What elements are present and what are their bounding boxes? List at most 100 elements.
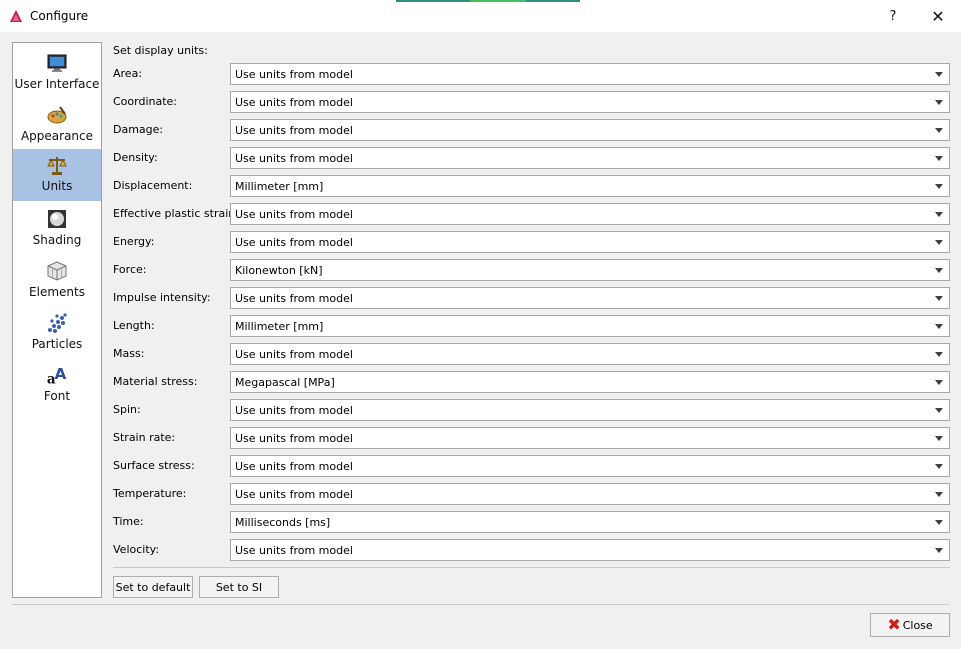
palette-icon: [46, 104, 68, 126]
unit-label: Material stress:: [113, 375, 198, 388]
chevron-down-icon: [935, 408, 943, 413]
unit-select-value: Use units from model: [235, 544, 353, 557]
unit-row: Length: Millimeter [mm]: [113, 315, 950, 337]
chevron-down-icon: [935, 184, 943, 189]
scales-icon: [46, 154, 68, 176]
unit-row: Temperature: Use units from model: [113, 483, 950, 505]
title-bar: Configure ? ✕: [0, 0, 961, 32]
unit-row: Density: Use units from model: [113, 147, 950, 169]
chevron-down-icon: [935, 548, 943, 553]
unit-select-value: Use units from model: [235, 236, 353, 249]
unit-select[interactable]: Use units from model: [230, 399, 950, 421]
unit-select[interactable]: Milliseconds [ms]: [230, 511, 950, 533]
unit-select-value: Kilonewton [kN]: [235, 264, 323, 277]
unit-label: Coordinate:: [113, 95, 178, 108]
chevron-down-icon: [935, 268, 943, 273]
unit-label: Surface stress:: [113, 459, 195, 472]
chevron-down-icon: [935, 240, 943, 245]
unit-label: Impulse intensity:: [113, 291, 211, 304]
set-to-default-button[interactable]: Set to default: [113, 576, 193, 598]
sidebar-item-label: Particles: [31, 337, 83, 351]
buttons-divider: [113, 567, 950, 568]
footer-divider: [12, 604, 949, 605]
background-strip-accent: [470, 0, 526, 2]
unit-select[interactable]: Use units from model: [230, 483, 950, 505]
sidebar-item-user-interface[interactable]: User Interface: [13, 47, 101, 99]
unit-select-value: Use units from model: [235, 68, 353, 81]
unit-select[interactable]: Use units from model: [230, 147, 950, 169]
unit-select-value: Milliseconds [ms]: [235, 516, 331, 529]
unit-label: Strain rate:: [113, 431, 176, 444]
unit-select[interactable]: Millimeter [mm]: [230, 175, 950, 197]
unit-label: Area:: [113, 67, 143, 80]
window-title: Configure: [30, 9, 89, 23]
unit-label: Density:: [113, 151, 158, 164]
help-button[interactable]: ?: [870, 0, 916, 32]
unit-row: Effective plastic strain: Use units from …: [113, 203, 950, 225]
unit-row: Energy: Use units from model: [113, 231, 950, 253]
unit-select-value: Use units from model: [235, 432, 353, 445]
unit-select[interactable]: Use units from model: [230, 231, 950, 253]
unit-select[interactable]: Use units from model: [230, 539, 950, 561]
unit-row: Coordinate: Use units from model: [113, 91, 950, 113]
particles-icon: [46, 312, 68, 334]
unit-row: Displacement: Millimeter [mm]: [113, 175, 950, 197]
unit-select[interactable]: Millimeter [mm]: [230, 315, 950, 337]
unit-select[interactable]: Kilonewton [kN]: [230, 259, 950, 281]
sidebar-item-units[interactable]: Units: [13, 149, 101, 201]
sidebar-item-particles[interactable]: Particles: [13, 307, 101, 359]
unit-select-value: Use units from model: [235, 208, 353, 221]
svg-text:A: A: [54, 365, 66, 383]
unit-select-value: Millimeter [mm]: [235, 320, 324, 333]
unit-label: Effective plastic strain:: [113, 207, 239, 220]
unit-select-value: Use units from model: [235, 152, 353, 165]
unit-select[interactable]: Use units from model: [230, 203, 950, 225]
unit-select-value: Use units from model: [235, 460, 353, 473]
unit-select[interactable]: Use units from model: [230, 455, 950, 477]
chevron-down-icon: [935, 156, 943, 161]
unit-row: Force: Kilonewton [kN]: [113, 259, 950, 281]
chevron-down-icon: [935, 212, 943, 217]
unit-select[interactable]: Use units from model: [230, 91, 950, 113]
unit-label: Force:: [113, 263, 147, 276]
unit-select-value: Millimeter [mm]: [235, 180, 324, 193]
unit-label: Temperature:: [113, 487, 187, 500]
unit-select[interactable]: Use units from model: [230, 119, 950, 141]
unit-label: Spin:: [113, 403, 141, 416]
chevron-down-icon: [935, 100, 943, 105]
close-button[interactable]: ✖ Close: [870, 613, 950, 637]
unit-label: Velocity:: [113, 543, 160, 556]
unit-select-value: Use units from model: [235, 124, 353, 137]
sidebar-item-shading[interactable]: Shading: [13, 203, 101, 255]
sidebar-item-label: Font: [43, 389, 71, 403]
chevron-down-icon: [935, 436, 943, 441]
sidebar-item-appearance[interactable]: Appearance: [13, 99, 101, 151]
unit-row: Material stress: Megapascal [MPa]: [113, 371, 950, 393]
chevron-down-icon: [935, 464, 943, 469]
unit-label: Time:: [113, 515, 144, 528]
unit-row: Strain rate: Use units from model: [113, 427, 950, 449]
unit-select-value: Use units from model: [235, 404, 353, 417]
cube-grid-icon: [46, 260, 68, 282]
unit-row: Spin: Use units from model: [113, 399, 950, 421]
unit-select[interactable]: Use units from model: [230, 287, 950, 309]
sidebar-item-elements[interactable]: Elements: [13, 255, 101, 307]
unit-select[interactable]: Megapascal [MPa]: [230, 371, 950, 393]
unit-label: Length:: [113, 319, 155, 332]
unit-label: Energy:: [113, 235, 155, 248]
close-button-label: Close: [902, 618, 933, 632]
sidebar-item-font[interactable]: aA Font: [13, 359, 101, 411]
unit-select-value: Use units from model: [235, 488, 353, 501]
set-to-si-button[interactable]: Set to SI: [199, 576, 279, 598]
unit-select-value: Use units from model: [235, 96, 353, 109]
chevron-down-icon: [935, 296, 943, 301]
unit-select[interactable]: Use units from model: [230, 63, 950, 85]
unit-select[interactable]: Use units from model: [230, 343, 950, 365]
chevron-down-icon: [935, 72, 943, 77]
window-close-button[interactable]: ✕: [915, 0, 961, 32]
unit-row: Velocity: Use units from model: [113, 539, 950, 561]
chevron-down-icon: [935, 380, 943, 385]
unit-select[interactable]: Use units from model: [230, 427, 950, 449]
chevron-down-icon: [935, 520, 943, 525]
unit-label: Mass:: [113, 347, 145, 360]
